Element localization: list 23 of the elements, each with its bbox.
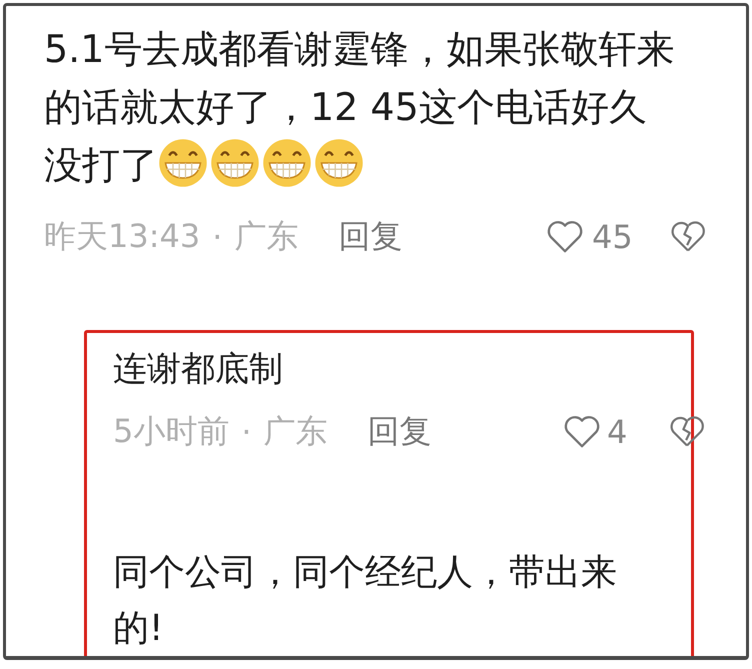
broken-heart-icon[interactable] bbox=[669, 415, 705, 449]
reply-link[interactable]: 回复 bbox=[368, 410, 432, 454]
reply-location: 广东 bbox=[264, 411, 328, 452]
reply-text: 连谢都底制 bbox=[113, 348, 284, 391]
grin-emoji-icon bbox=[262, 138, 312, 188]
reply-time: 5小时前 bbox=[113, 411, 230, 452]
heart-icon[interactable] bbox=[546, 220, 584, 254]
comment-location: 广东 bbox=[234, 216, 298, 257]
grin-emoji-icon bbox=[158, 138, 208, 188]
like-count: 4 bbox=[607, 413, 628, 451]
grin-emoji-icon bbox=[210, 138, 260, 188]
heart-icon[interactable] bbox=[563, 415, 601, 449]
comment-text: 5.1号去成都看谢霆锋，如果张敬轩来 bbox=[44, 27, 674, 71]
separator-dot: · bbox=[241, 413, 252, 451]
like-count: 45 bbox=[592, 218, 634, 256]
comment-text: 没打了 bbox=[44, 143, 158, 187]
broken-heart-icon[interactable] bbox=[670, 220, 706, 254]
comment-time: 昨天13:43 bbox=[44, 216, 200, 257]
comment-text: 的话就太好了，12 45这个电话好久 bbox=[44, 85, 647, 129]
reply-link[interactable]: 回复 bbox=[338, 215, 402, 259]
grin-emoji-icon bbox=[314, 138, 364, 188]
comment-text: 同个公司，同个经纪人，带出来的! bbox=[113, 551, 618, 651]
separator-dot: · bbox=[212, 218, 222, 256]
